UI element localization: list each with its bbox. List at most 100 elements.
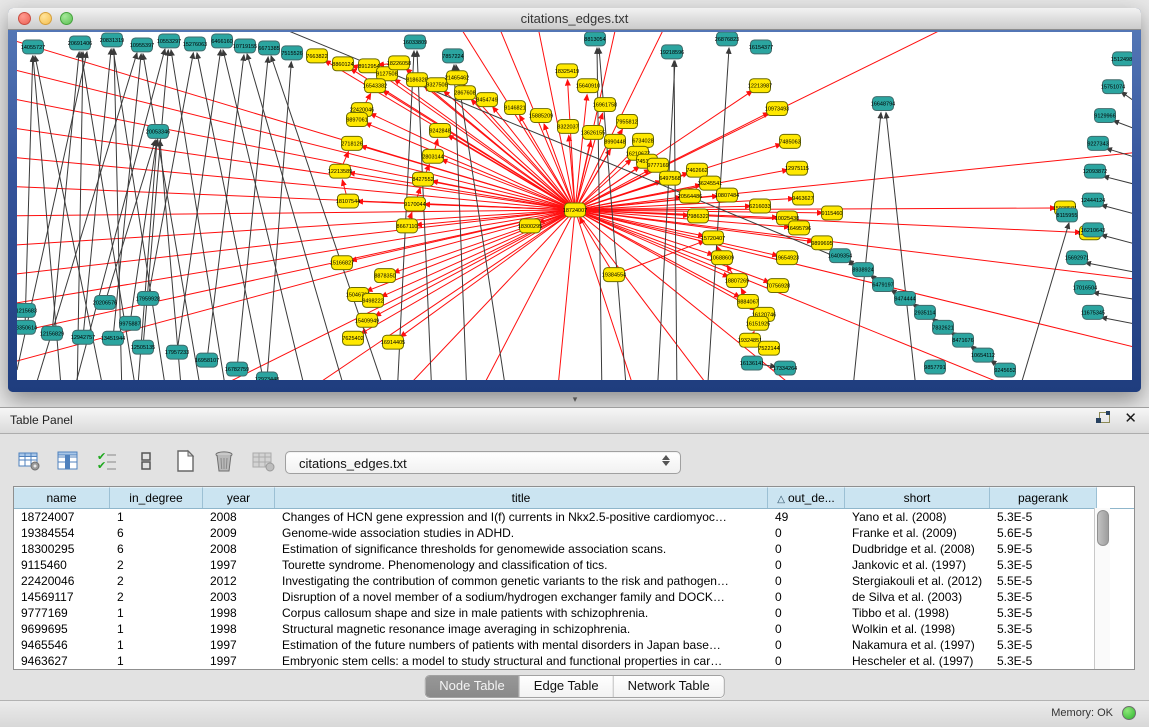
graph-node[interactable]: 8115955 bbox=[1057, 208, 1078, 222]
graph-node[interactable]: 16543382 bbox=[363, 79, 387, 93]
graph-node[interactable]: 8471676 bbox=[952, 333, 973, 347]
graph-node[interactable]: 7515526 bbox=[281, 46, 302, 60]
graph-node[interactable]: 9227343 bbox=[1087, 136, 1108, 150]
graph-node[interactable]: 6734028 bbox=[632, 133, 653, 147]
select-column-icon[interactable] bbox=[55, 448, 81, 474]
graph-node[interactable]: 16409354 bbox=[828, 249, 852, 263]
graph-node[interactable]: 9474444 bbox=[894, 292, 915, 306]
graph-node[interactable]: 16961758 bbox=[593, 98, 617, 112]
graph-node[interactable]: 15124980 bbox=[1111, 52, 1132, 66]
graph-node[interactable]: 16782759 bbox=[225, 362, 249, 376]
graph-node[interactable]: 10807484 bbox=[715, 188, 739, 202]
graph-node[interactable]: 13626155 bbox=[581, 125, 605, 139]
float-panel-icon[interactable] bbox=[1096, 412, 1110, 426]
graph-node[interactable]: 8186328 bbox=[406, 73, 427, 87]
graph-node[interactable]: 2718126 bbox=[341, 136, 362, 150]
graph-node[interactable]: 9242848 bbox=[429, 123, 450, 137]
table-selector-dropdown[interactable]: citations_edges.txt bbox=[285, 451, 681, 474]
row-checklist-icon[interactable]: ✔ ✔ bbox=[94, 448, 120, 474]
table-row[interactable]: 946362711997Embryonic stem cells: a mode… bbox=[14, 653, 1134, 669]
graph-node[interactable]: 18325419 bbox=[555, 64, 579, 78]
graph-node[interactable]: 12942757 bbox=[71, 330, 95, 344]
graph-node[interactable]: 10553297 bbox=[157, 34, 181, 48]
graph-node[interactable]: 7857224 bbox=[442, 49, 463, 63]
graph-node[interactable]: 20564486 bbox=[678, 189, 702, 203]
graph-node[interactable]: 8322037 bbox=[557, 119, 578, 133]
split-pane-handle[interactable]: ▾ bbox=[566, 394, 584, 406]
graph-node[interactable]: 20206576 bbox=[93, 295, 117, 309]
graph-node[interactable]: 6479197 bbox=[872, 278, 893, 292]
table-row[interactable]: 946554611997Estimation of the future num… bbox=[14, 637, 1134, 653]
graph-node[interactable]: 10719155 bbox=[233, 39, 257, 53]
graph-node[interactable]: 14055727 bbox=[21, 40, 45, 54]
graph-node[interactable]: 9170044 bbox=[404, 197, 425, 211]
graph-node[interactable]: 7986322 bbox=[687, 209, 708, 223]
graph-node[interactable]: 6466160 bbox=[211, 34, 232, 48]
graph-node[interactable]: 8938924 bbox=[852, 263, 873, 277]
column-header-out_de[interactable]: △out_de... bbox=[768, 487, 845, 508]
graph-node[interactable]: 16151925 bbox=[746, 316, 770, 330]
graph-node[interactable]: 8427552 bbox=[412, 172, 433, 186]
graph-node[interactable]: 16914405 bbox=[381, 335, 405, 349]
graph-node[interactable]: 12213589 bbox=[328, 164, 352, 178]
table-row[interactable]: 2242004622012Investigating the contribut… bbox=[14, 573, 1134, 589]
graph-node[interactable]: 7625402 bbox=[342, 331, 363, 345]
graph-node[interactable]: 16210643 bbox=[1081, 223, 1105, 237]
graph-node[interactable]: 10955397 bbox=[130, 38, 154, 52]
delete-trash-icon[interactable] bbox=[211, 448, 237, 474]
graph-node[interactable]: 20053346 bbox=[146, 124, 170, 138]
column-header-short[interactable]: short bbox=[845, 487, 990, 508]
graph-node[interactable]: 16136141 bbox=[740, 356, 764, 370]
table-settings-icon[interactable] bbox=[16, 448, 42, 474]
graph-node[interactable]: 9884067 bbox=[737, 294, 758, 308]
merge-rows-icon[interactable] bbox=[133, 448, 159, 474]
table-row[interactable]: 1872400712008Changes of HCN gene express… bbox=[14, 509, 1134, 525]
column-header-pagerank[interactable]: pagerank bbox=[990, 487, 1097, 508]
graph-node[interactable]: 9857791 bbox=[924, 360, 945, 374]
graph-node[interactable]: 2935114 bbox=[915, 305, 936, 319]
column-header-year[interactable]: year bbox=[203, 487, 275, 508]
graph-node[interactable]: 20831319 bbox=[100, 33, 124, 47]
graph-node[interactable]: 7485063 bbox=[779, 134, 800, 148]
graph-node[interactable]: 9129966 bbox=[1094, 109, 1115, 123]
graph-node[interactable]: 9498222 bbox=[362, 293, 383, 307]
graph-node[interactable]: 9463627 bbox=[792, 191, 813, 205]
graph-node[interactable]: 7462662 bbox=[686, 163, 707, 177]
column-header-in_degree[interactable]: in_degree bbox=[110, 487, 203, 508]
graph-node[interactable]: 6216033 bbox=[749, 199, 770, 213]
graph-node[interactable]: 7522144 bbox=[758, 341, 779, 355]
graph-node[interactable]: 12213987 bbox=[748, 79, 772, 93]
graph-node[interactable]: 16958107 bbox=[195, 353, 219, 367]
graph-node[interactable]: 11675345 bbox=[1081, 305, 1105, 319]
tab-network-table[interactable]: Network Table bbox=[614, 676, 724, 697]
graph-node[interactable]: 16495796 bbox=[787, 221, 811, 235]
graph-node[interactable]: 12156829 bbox=[40, 326, 64, 340]
graph-node[interactable]: 12093872 bbox=[1083, 164, 1107, 178]
column-header-title[interactable]: title bbox=[275, 487, 768, 508]
table-row[interactable]: 1830029562008Estimation of significance … bbox=[14, 541, 1134, 557]
graph-node[interactable]: 9777169 bbox=[647, 158, 668, 172]
graph-node[interactable]: 10973493 bbox=[765, 102, 789, 116]
graph-node[interactable]: 19654923 bbox=[775, 251, 799, 265]
graph-node[interactable]: 17016504 bbox=[1073, 281, 1097, 295]
new-table-icon[interactable] bbox=[172, 448, 198, 474]
graph-node[interactable]: 9975887 bbox=[119, 316, 140, 330]
graph-node[interactable]: 7663822 bbox=[306, 49, 327, 63]
graph-node[interactable]: 15166827 bbox=[330, 256, 354, 270]
graph-node[interactable]: 9245652 bbox=[994, 363, 1015, 377]
graph-node[interactable]: 16648794 bbox=[871, 97, 895, 111]
network-canvas[interactable]: 1872400776638228860124891295491275081822… bbox=[17, 32, 1132, 380]
table-row[interactable]: 1456911722003Disruption of a novel membe… bbox=[14, 589, 1134, 605]
graph-node[interactable]: 18226058 bbox=[387, 56, 411, 70]
citation-network-graph[interactable]: 1872400776638228860124891295491275081822… bbox=[17, 32, 1132, 380]
graph-node[interactable]: 2867608 bbox=[454, 86, 475, 100]
graph-node[interactable]: 11215683 bbox=[17, 303, 37, 317]
graph-node[interactable]: 17334264 bbox=[773, 361, 797, 375]
graph-node[interactable]: 10688609 bbox=[710, 251, 734, 265]
graph-node[interactable]: 17959928 bbox=[136, 292, 160, 306]
graph-node[interactable]: 8667110 bbox=[397, 219, 418, 233]
graph-node[interactable]: 8813054 bbox=[584, 32, 605, 46]
graph-node[interactable]: 6671385 bbox=[258, 41, 279, 55]
graph-node[interactable]: 18300295 bbox=[518, 219, 542, 233]
graph-node[interactable]: 20691406 bbox=[68, 36, 92, 50]
